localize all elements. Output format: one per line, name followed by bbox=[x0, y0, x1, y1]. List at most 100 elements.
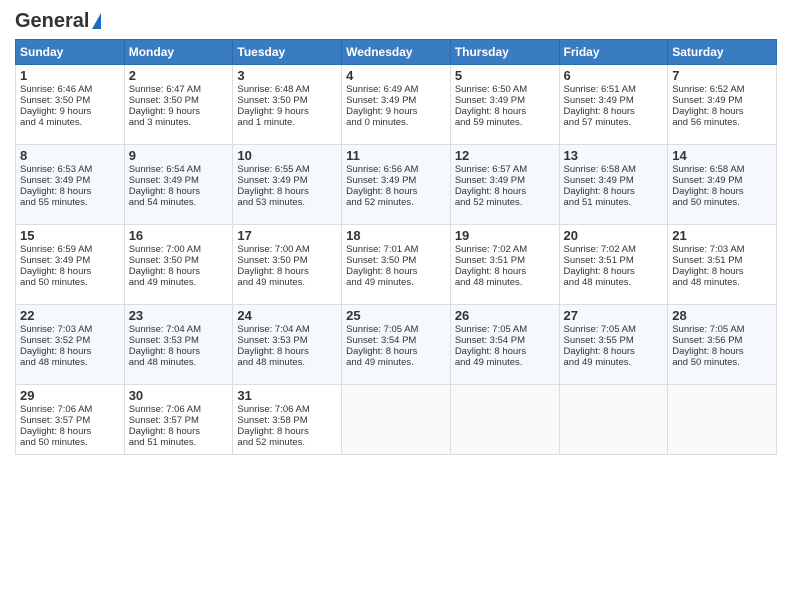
day-info: Sunset: 3:50 PM bbox=[237, 255, 337, 266]
calendar-cell: 27Sunrise: 7:05 AMSunset: 3:55 PMDayligh… bbox=[559, 305, 668, 385]
day-info: Daylight: 8 hours bbox=[455, 346, 555, 357]
calendar-cell: 9Sunrise: 6:54 AMSunset: 3:49 PMDaylight… bbox=[124, 145, 233, 225]
logo-triangle-icon bbox=[92, 13, 101, 29]
day-number: 23 bbox=[129, 308, 229, 323]
day-info: Sunrise: 7:00 AM bbox=[129, 244, 229, 255]
day-number: 10 bbox=[237, 148, 337, 163]
calendar-cell: 5Sunrise: 6:50 AMSunset: 3:49 PMDaylight… bbox=[450, 65, 559, 145]
day-info: Daylight: 8 hours bbox=[129, 346, 229, 357]
day-number: 16 bbox=[129, 228, 229, 243]
day-info: and 51 minutes. bbox=[129, 437, 229, 448]
day-info: and 56 minutes. bbox=[672, 117, 772, 128]
day-info: and 51 minutes. bbox=[564, 197, 664, 208]
day-number: 5 bbox=[455, 68, 555, 83]
day-info: Sunset: 3:58 PM bbox=[237, 415, 337, 426]
day-info: and 1 minute. bbox=[237, 117, 337, 128]
day-info: Sunset: 3:54 PM bbox=[455, 335, 555, 346]
calendar-cell: 2Sunrise: 6:47 AMSunset: 3:50 PMDaylight… bbox=[124, 65, 233, 145]
day-info: Sunrise: 7:05 AM bbox=[346, 324, 446, 335]
day-info: and 4 minutes. bbox=[20, 117, 120, 128]
day-info: Sunset: 3:49 PM bbox=[564, 95, 664, 106]
calendar-header-row: SundayMondayTuesdayWednesdayThursdayFrid… bbox=[16, 40, 777, 65]
day-info: Sunrise: 7:05 AM bbox=[672, 324, 772, 335]
day-info: Daylight: 8 hours bbox=[237, 426, 337, 437]
day-info: Sunrise: 6:47 AM bbox=[129, 84, 229, 95]
day-info: Daylight: 8 hours bbox=[346, 186, 446, 197]
day-number: 18 bbox=[346, 228, 446, 243]
day-info: Sunset: 3:49 PM bbox=[346, 95, 446, 106]
day-info: Daylight: 8 hours bbox=[129, 426, 229, 437]
day-info: and 48 minutes. bbox=[672, 277, 772, 288]
day-number: 2 bbox=[129, 68, 229, 83]
day-header-sunday: Sunday bbox=[16, 40, 125, 65]
calendar-cell: 3Sunrise: 6:48 AMSunset: 3:50 PMDaylight… bbox=[233, 65, 342, 145]
calendar-cell: 18Sunrise: 7:01 AMSunset: 3:50 PMDayligh… bbox=[342, 225, 451, 305]
day-info: Daylight: 8 hours bbox=[20, 426, 120, 437]
day-info: Daylight: 8 hours bbox=[237, 266, 337, 277]
day-info: and 50 minutes. bbox=[672, 357, 772, 368]
day-number: 26 bbox=[455, 308, 555, 323]
day-info: and 49 minutes. bbox=[346, 357, 446, 368]
day-info: Sunrise: 6:53 AM bbox=[20, 164, 120, 175]
calendar-cell: 15Sunrise: 6:59 AMSunset: 3:49 PMDayligh… bbox=[16, 225, 125, 305]
day-number: 30 bbox=[129, 388, 229, 403]
day-info: Sunrise: 7:00 AM bbox=[237, 244, 337, 255]
calendar-cell: 31Sunrise: 7:06 AMSunset: 3:58 PMDayligh… bbox=[233, 385, 342, 455]
calendar-week-2: 8Sunrise: 6:53 AMSunset: 3:49 PMDaylight… bbox=[16, 145, 777, 225]
day-info: Daylight: 8 hours bbox=[564, 266, 664, 277]
day-info: and 50 minutes. bbox=[672, 197, 772, 208]
day-info: and 54 minutes. bbox=[129, 197, 229, 208]
day-info: Sunrise: 7:06 AM bbox=[237, 404, 337, 415]
day-info: Daylight: 8 hours bbox=[129, 186, 229, 197]
day-info: and 49 minutes. bbox=[129, 277, 229, 288]
day-info: Daylight: 8 hours bbox=[564, 346, 664, 357]
calendar-cell: 1Sunrise: 6:46 AMSunset: 3:50 PMDaylight… bbox=[16, 65, 125, 145]
calendar-cell: 30Sunrise: 7:06 AMSunset: 3:57 PMDayligh… bbox=[124, 385, 233, 455]
day-info: Sunset: 3:54 PM bbox=[346, 335, 446, 346]
day-number: 3 bbox=[237, 68, 337, 83]
day-info: Daylight: 8 hours bbox=[564, 186, 664, 197]
calendar-cell: 12Sunrise: 6:57 AMSunset: 3:49 PMDayligh… bbox=[450, 145, 559, 225]
day-info: Sunset: 3:56 PM bbox=[672, 335, 772, 346]
day-info: Sunset: 3:49 PM bbox=[455, 95, 555, 106]
calendar-week-1: 1Sunrise: 6:46 AMSunset: 3:50 PMDaylight… bbox=[16, 65, 777, 145]
day-number: 21 bbox=[672, 228, 772, 243]
calendar-cell bbox=[559, 385, 668, 455]
day-info: Daylight: 8 hours bbox=[20, 346, 120, 357]
day-info: Sunset: 3:49 PM bbox=[672, 175, 772, 186]
calendar-cell: 28Sunrise: 7:05 AMSunset: 3:56 PMDayligh… bbox=[668, 305, 777, 385]
day-number: 12 bbox=[455, 148, 555, 163]
day-info: Daylight: 9 hours bbox=[237, 106, 337, 117]
day-info: Sunset: 3:50 PM bbox=[129, 255, 229, 266]
calendar-cell: 10Sunrise: 6:55 AMSunset: 3:49 PMDayligh… bbox=[233, 145, 342, 225]
day-info: Sunset: 3:50 PM bbox=[346, 255, 446, 266]
day-info: Sunrise: 7:06 AM bbox=[20, 404, 120, 415]
day-info: Sunset: 3:52 PM bbox=[20, 335, 120, 346]
day-info: Sunrise: 7:01 AM bbox=[346, 244, 446, 255]
day-info: and 0 minutes. bbox=[346, 117, 446, 128]
day-info: Daylight: 8 hours bbox=[672, 186, 772, 197]
day-header-thursday: Thursday bbox=[450, 40, 559, 65]
day-info: Daylight: 8 hours bbox=[346, 346, 446, 357]
day-number: 15 bbox=[20, 228, 120, 243]
day-number: 8 bbox=[20, 148, 120, 163]
day-info: Sunrise: 6:57 AM bbox=[455, 164, 555, 175]
calendar-week-4: 22Sunrise: 7:03 AMSunset: 3:52 PMDayligh… bbox=[16, 305, 777, 385]
day-info: Sunrise: 6:52 AM bbox=[672, 84, 772, 95]
day-info: Sunset: 3:49 PM bbox=[20, 175, 120, 186]
day-number: 29 bbox=[20, 388, 120, 403]
day-info: Daylight: 8 hours bbox=[672, 266, 772, 277]
day-info: Sunrise: 6:46 AM bbox=[20, 84, 120, 95]
day-header-tuesday: Tuesday bbox=[233, 40, 342, 65]
calendar-cell: 11Sunrise: 6:56 AMSunset: 3:49 PMDayligh… bbox=[342, 145, 451, 225]
calendar-table: SundayMondayTuesdayWednesdayThursdayFrid… bbox=[15, 39, 777, 455]
day-info: Sunset: 3:50 PM bbox=[20, 95, 120, 106]
day-info: Sunrise: 7:02 AM bbox=[455, 244, 555, 255]
day-info: Sunset: 3:51 PM bbox=[672, 255, 772, 266]
day-number: 19 bbox=[455, 228, 555, 243]
day-info: and 50 minutes. bbox=[20, 277, 120, 288]
calendar-week-3: 15Sunrise: 6:59 AMSunset: 3:49 PMDayligh… bbox=[16, 225, 777, 305]
day-info: Sunset: 3:57 PM bbox=[129, 415, 229, 426]
day-info: and 50 minutes. bbox=[20, 437, 120, 448]
day-number: 7 bbox=[672, 68, 772, 83]
